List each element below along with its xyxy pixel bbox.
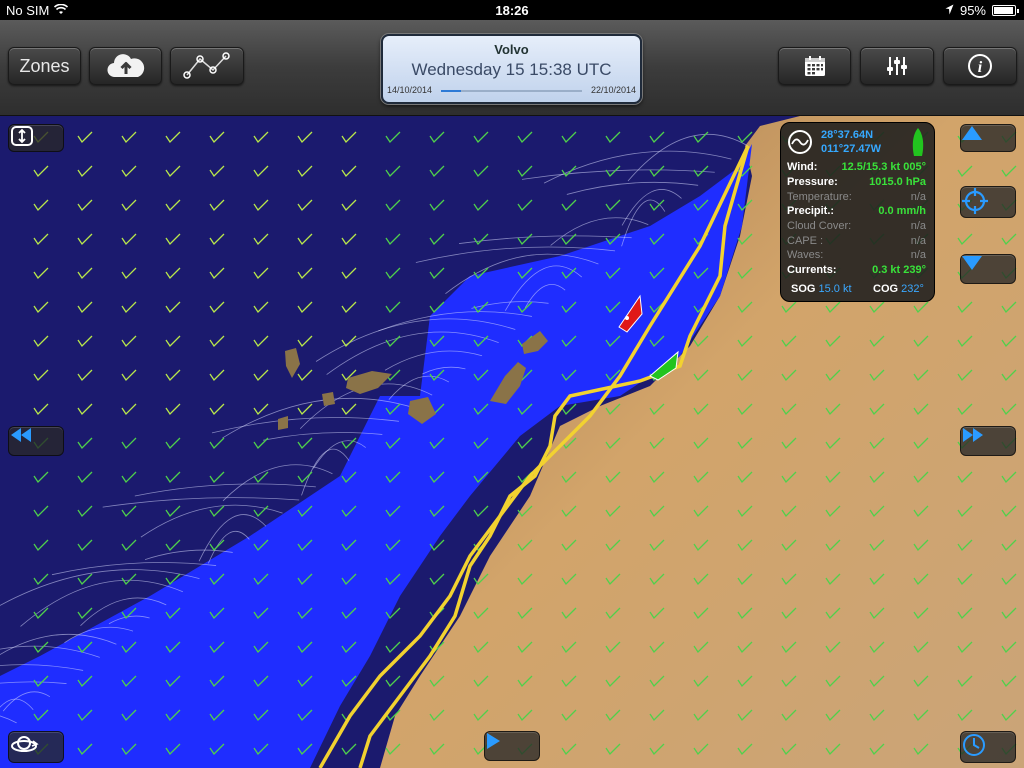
info-row: Cloud Cover: n/a bbox=[787, 220, 926, 234]
info-row-value: n/a bbox=[910, 220, 926, 232]
date-selector[interactable]: Volvo Wednesday 15 15:38 UTC 14/10/2014 … bbox=[381, 34, 642, 104]
zones-button-label: Zones bbox=[19, 55, 70, 76]
info-row-value: n/a bbox=[910, 235, 926, 247]
race-title: Volvo bbox=[494, 42, 529, 57]
time-slider[interactable] bbox=[441, 90, 582, 92]
info-row-label: Cloud Cover: bbox=[787, 220, 852, 232]
battery-label: 95% bbox=[959, 3, 986, 18]
info-row-label: Currents: bbox=[787, 264, 837, 276]
info-row-value: 0.3 kt 239° bbox=[872, 264, 926, 276]
current-datetime: Wednesday 15 15:38 UTC bbox=[411, 60, 612, 79]
info-button[interactable]: i bbox=[943, 47, 1017, 85]
info-row-label: Pressure: bbox=[787, 176, 838, 188]
status-time: 18:26 bbox=[495, 3, 529, 18]
sog-value: 15.0 kt bbox=[818, 283, 852, 295]
cloud-upload-icon bbox=[106, 53, 146, 79]
time-slider-progress bbox=[441, 90, 461, 92]
status-bar: No SIM 18:26 95% bbox=[0, 0, 1024, 20]
info-row-label: Precipit.: bbox=[787, 205, 835, 217]
info-row-label: Wind: bbox=[787, 161, 818, 173]
time-button[interactable] bbox=[960, 731, 1016, 763]
sog-readout: SOG 15.0 kt bbox=[791, 283, 852, 295]
center-button[interactable] bbox=[960, 186, 1016, 218]
cog-value: 232° bbox=[901, 283, 924, 295]
sog-label: SOG bbox=[791, 283, 816, 295]
longitude: 011°27.47W bbox=[821, 143, 882, 155]
download-weather-button[interactable] bbox=[89, 47, 162, 85]
rotate-3d-button[interactable] bbox=[8, 731, 64, 763]
route-button[interactable] bbox=[170, 47, 244, 85]
info-row: Waves: n/a bbox=[787, 249, 926, 263]
toolbar: Zones Volvo Wednesday 15 15:38 UTC 14/10… bbox=[0, 20, 1024, 116]
info-row: Pressure: 1015.0 hPa bbox=[787, 176, 926, 190]
scroll-up-button[interactable] bbox=[960, 124, 1016, 152]
rewind-button[interactable] bbox=[8, 426, 64, 456]
calendar-button[interactable] bbox=[778, 47, 851, 85]
date-range-end: 22/10/2014 bbox=[590, 85, 636, 95]
point-info-panel: 28°37.64N 011°27.47W Wind: 12.5/15.3 kt 0… bbox=[780, 122, 935, 302]
cog-label: COG bbox=[873, 283, 899, 295]
svg-text:i: i bbox=[978, 59, 983, 76]
info-row: Wind: 12.5/15.3 kt 005° bbox=[787, 161, 926, 175]
settings-button[interactable] bbox=[860, 47, 934, 85]
info-row: Currents: 0.3 kt 239° bbox=[787, 264, 926, 278]
info-icon: i bbox=[967, 53, 993, 79]
info-row-value: 1015.0 hPa bbox=[869, 176, 926, 188]
info-row: CAPE : n/a bbox=[787, 235, 926, 249]
route-graph-icon bbox=[182, 52, 232, 80]
boat-icon bbox=[910, 127, 926, 162]
info-row: Precipit.: 0.0 mm/h bbox=[787, 205, 926, 219]
info-row-label: Waves: bbox=[787, 249, 824, 261]
info-row-label: Temperature: bbox=[787, 191, 852, 203]
cog-readout: COG 232° bbox=[873, 283, 924, 295]
location-arrow-icon bbox=[945, 3, 954, 18]
graph-icon[interactable] bbox=[787, 129, 813, 160]
info-row-value: 12.5/15.3 kt 005° bbox=[841, 161, 926, 173]
info-row-value: n/a bbox=[910, 191, 926, 203]
calendar-icon bbox=[803, 54, 827, 78]
zoom-fit-button[interactable] bbox=[8, 124, 64, 152]
latitude: 28°37.64N bbox=[821, 129, 874, 141]
scroll-down-button[interactable] bbox=[960, 254, 1016, 284]
info-row-value: 0.0 mm/h bbox=[878, 205, 926, 217]
play-button[interactable] bbox=[484, 731, 540, 761]
zones-button[interactable]: Zones bbox=[8, 47, 81, 85]
battery-icon bbox=[992, 5, 1019, 16]
info-row-label: CAPE : bbox=[787, 235, 824, 247]
info-row: Temperature: n/a bbox=[787, 191, 926, 205]
status-right: 95% bbox=[945, 3, 1019, 18]
fast-forward-button[interactable] bbox=[960, 426, 1016, 456]
sliders-icon bbox=[885, 54, 909, 78]
date-range-start: 14/10/2014 bbox=[387, 85, 433, 95]
info-row-value: n/a bbox=[910, 249, 926, 261]
